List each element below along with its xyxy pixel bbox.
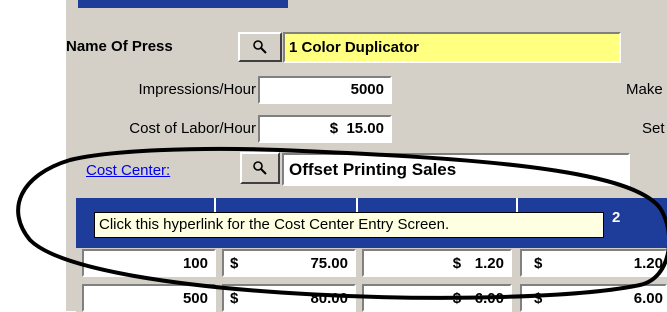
annotation-ellipse: [16, 146, 667, 300]
